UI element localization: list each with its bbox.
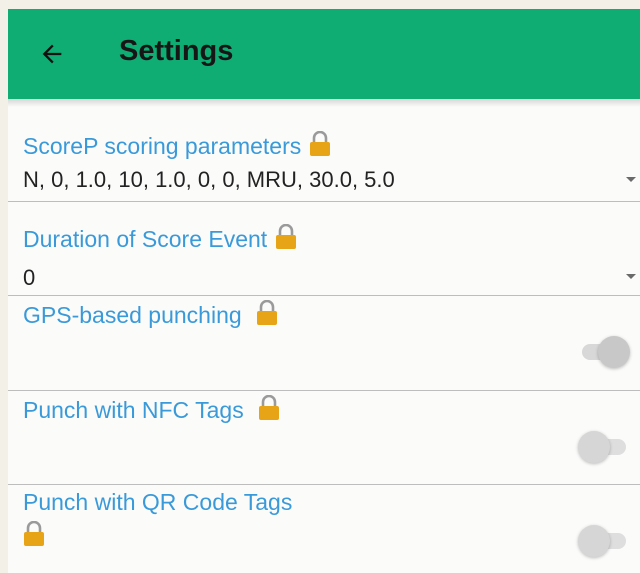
- setting-gps-punching[interactable]: GPS-based punching: [8, 296, 640, 391]
- gps-punching-switch[interactable]: [578, 336, 630, 368]
- setting-nfc-punching[interactable]: Punch with NFC Tags: [8, 391, 640, 485]
- setting-label: GPS-based punching: [23, 300, 278, 329]
- setting-score-event-duration[interactable]: Duration of Score Event 0: [8, 202, 640, 296]
- setting-label: Duration of Score Event: [23, 224, 297, 253]
- back-button[interactable]: [32, 34, 72, 74]
- lock-icon: [258, 395, 280, 421]
- setting-label: ScoreP scoring parameters: [23, 131, 331, 160]
- nfc-punching-switch[interactable]: [578, 431, 630, 463]
- setting-label: Punch with QR Code Tags: [23, 489, 293, 515]
- app-bar-shadow: [8, 99, 640, 107]
- setting-label: Punch with NFC Tags: [23, 395, 280, 424]
- app-bar: Settings: [8, 9, 640, 99]
- arrow-left-icon: [42, 44, 62, 64]
- dropdown-arrow-icon[interactable]: [626, 177, 636, 182]
- setting-value: N, 0, 1.0, 10, 1.0, 0, 0, MRU, 30.0, 5.0: [23, 167, 395, 192]
- qr-punching-switch[interactable]: [578, 525, 630, 557]
- settings-screen: Settings ScoreP scoring parameters N, 0,…: [8, 9, 640, 573]
- lock-icon: [23, 521, 45, 547]
- setting-qr-punching[interactable]: Punch with QR Code Tags: [8, 485, 640, 573]
- setting-value: 0: [23, 265, 36, 290]
- lock-icon: [275, 224, 297, 250]
- setting-scorep-parameters[interactable]: ScoreP scoring parameters N, 0, 1.0, 10,…: [8, 107, 640, 202]
- lock-icon: [309, 131, 331, 157]
- lock-icon: [256, 300, 278, 326]
- switch-thumb: [578, 431, 610, 463]
- switch-thumb: [598, 336, 630, 368]
- dropdown-arrow-icon[interactable]: [626, 274, 636, 279]
- switch-thumb: [578, 525, 610, 557]
- page-title: Settings: [119, 35, 234, 67]
